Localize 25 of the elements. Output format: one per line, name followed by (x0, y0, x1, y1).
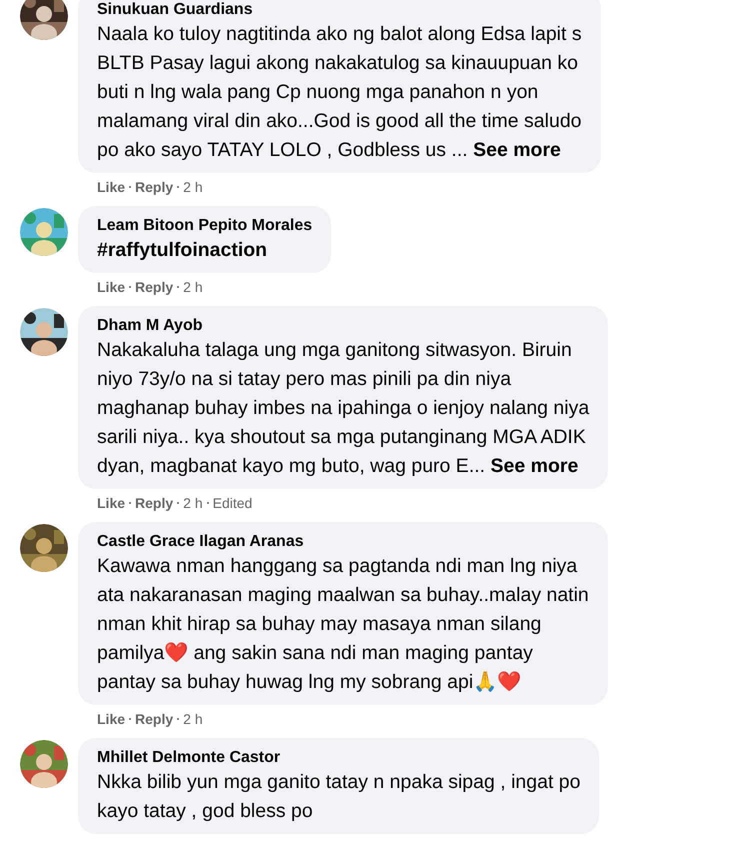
comment-text: #raffytulfoinaction (97, 238, 268, 263)
author-name[interactable]: Dham M Ayob (97, 316, 590, 336)
comment-text: Kawawa nman hanggang sa pagtanda ndi man lng niya ata nakaranasan maging maalwan sa buhay..malay natin nman khit hirap sa buhay may masaya nman silang pamilya❤ ang sakin sana ndi man maging pantay pantay sa buhay huwag lng my sobrang api🙏❤ (97, 554, 589, 695)
author-name[interactable]: Sinukuan Guardians (97, 0, 582, 20)
edited-label: Edited (212, 494, 252, 512)
action-link[interactable]: Like (97, 278, 126, 296)
author-name[interactable]: Castle Grace Ilagan Aranas (97, 532, 589, 552)
comment-text: Nkka bilib yun mga ganito tatay n npaka sipag , ingat po kayo tatay , god bless po (97, 770, 580, 824)
see-more-link[interactable]: See more (490, 455, 578, 477)
author-name[interactable]: Mhillet Delmonte Castor (97, 748, 580, 768)
action-link[interactable]: Like (97, 178, 126, 196)
action-link[interactable]: Reply (135, 710, 174, 728)
timestamp[interactable]: 2 h (183, 278, 203, 296)
action-link[interactable]: Reply (135, 178, 174, 196)
action-link[interactable]: Like (97, 494, 126, 512)
action-link[interactable]: Like (97, 710, 126, 728)
action-link[interactable]: Reply (135, 278, 174, 296)
comment-text: Nakakaluha talaga ung mga ganitong sitwasyon. Biruin niyo 73y/o na si tatay pero mas pinili pa din niya maghanap buhay imbes na ipahinga o ienjoy nalang niya sarili niya.. kya shoutout sa mga putanginang MGA ADIK dyan, magbanat kayo mg buto, wag puro E... See more (97, 338, 590, 479)
timestamp[interactable]: 2 h (183, 710, 203, 728)
see-more-link[interactable]: See more (473, 139, 561, 161)
timestamp[interactable]: 2 h (183, 494, 203, 512)
action-link[interactable]: Reply (135, 494, 174, 512)
author-name[interactable]: Leam Bitoon Pepito Morales (97, 216, 312, 236)
comment-text: Naala ko tuloy nagtitinda ako ng balot along Edsa lapit s BLTB Pasay lagui akong nakakatulog sa kinauupuan ko buti n lng wala pang Cp nuong mga panahon n yon malamang viral din ako...God is good all the time saludo po ako sayo TATAY LOLO , Godbless us ... See more (97, 22, 582, 163)
timestamp[interactable]: 2 h (183, 178, 203, 196)
